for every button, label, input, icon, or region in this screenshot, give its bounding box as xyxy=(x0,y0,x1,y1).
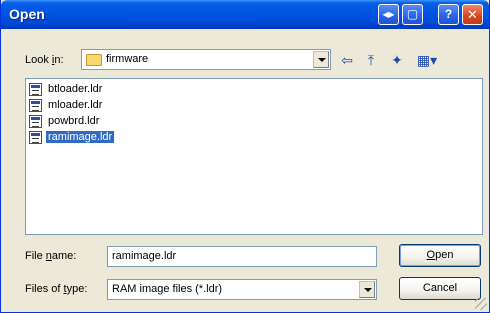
file-icon xyxy=(29,99,42,112)
folder-icon xyxy=(86,54,102,66)
file-icon xyxy=(29,131,42,144)
cancel-button[interactable]: Cancel xyxy=(399,277,481,300)
window-title: Open xyxy=(9,6,45,22)
back-icon[interactable]: ⇦ xyxy=(338,51,356,69)
look-in-value: firmware xyxy=(106,53,149,65)
file-list[interactable]: btloader.ldr mloader.ldr powbrd.ldr rami… xyxy=(25,78,483,235)
look-in-label: Look in: xyxy=(25,54,64,66)
close-button[interactable]: ✕ xyxy=(462,4,483,25)
file-type-label: Files of type: xyxy=(25,283,88,295)
file-icon xyxy=(29,115,42,128)
file-name-label: File name: xyxy=(25,250,77,262)
new-folder-icon[interactable]: ✦ xyxy=(388,51,406,69)
file-icon xyxy=(29,83,42,96)
file-type-combo[interactable]: RAM image files (*.ldr) xyxy=(107,279,377,300)
chevron-down-icon[interactable] xyxy=(359,281,375,298)
views-menu-icon[interactable]: ▦▾ xyxy=(414,51,440,69)
context-help-icon[interactable]: ◂▸ xyxy=(378,4,399,25)
open-dialog: Open ◂▸ ▢ ? ✕ Look in: firmware ⇦ ⤒ ✦ ▦▾… xyxy=(0,0,490,313)
open-button[interactable]: Open xyxy=(399,244,481,267)
look-in-combo[interactable]: firmware xyxy=(81,49,331,70)
up-folder-icon[interactable]: ⤒ xyxy=(362,51,380,69)
help-button[interactable]: ? xyxy=(438,4,459,25)
restore-icon[interactable]: ▢ xyxy=(402,4,423,25)
file-name-input[interactable]: ramimage.ldr xyxy=(107,246,377,267)
title-bar[interactable]: Open ◂▸ ▢ ? ✕ xyxy=(1,0,489,29)
resize-grip[interactable] xyxy=(475,298,487,310)
chevron-down-icon[interactable] xyxy=(313,51,329,68)
